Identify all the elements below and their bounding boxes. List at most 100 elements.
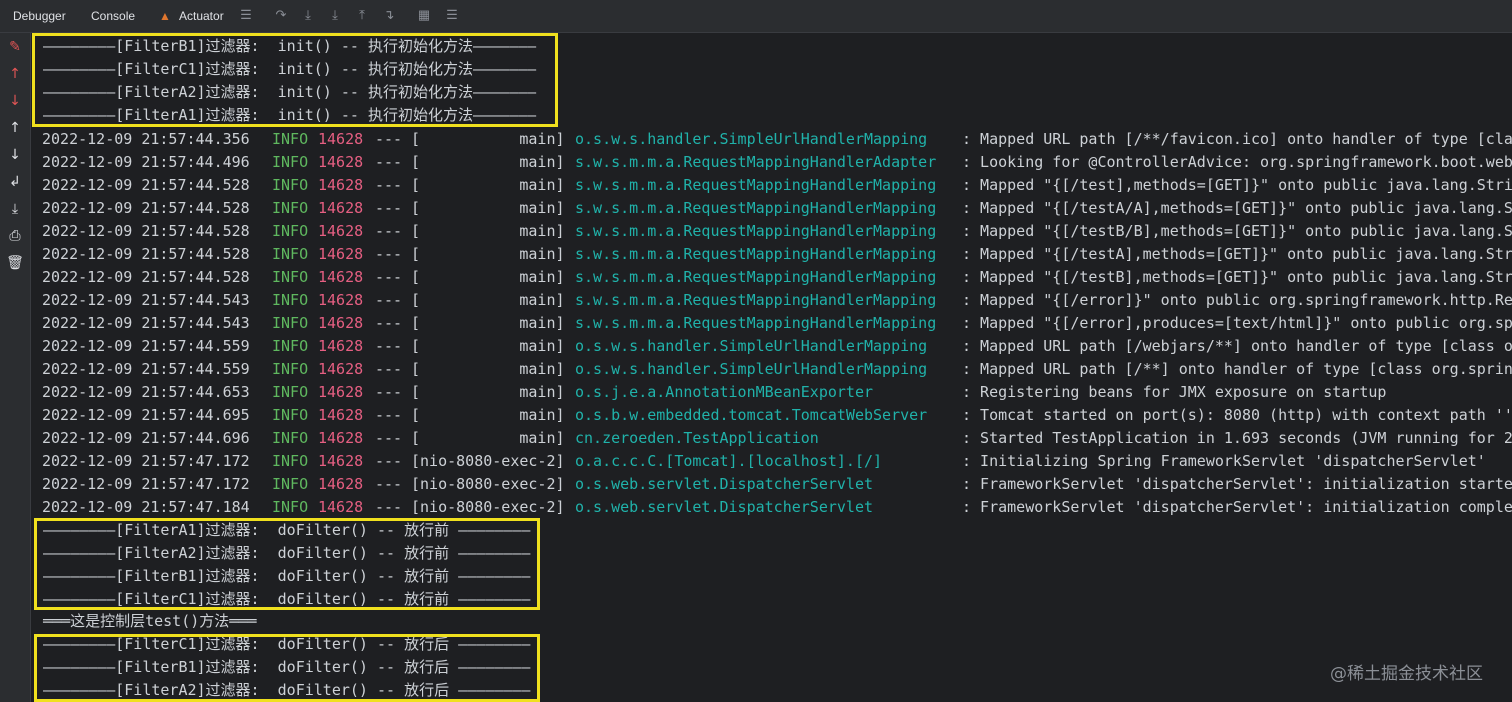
log-row: 2022-12-09 21:57:47.172 INFO 14628 --- [nio-… (31, 450, 1512, 473)
trash-icon[interactable]: 🗑 (6, 254, 24, 272)
log-thread: [ main] (411, 245, 565, 263)
log-row: 2022-12-09 21:57:44.528 INFO 14628 --- [ mai… (31, 174, 1512, 197)
log-logger: s.w.s.m.m.a.RequestMappingHandlerMapping (575, 199, 937, 217)
menu-icon[interactable]: ☰ (237, 6, 255, 24)
log-level: INFO (272, 360, 309, 378)
log-row: 2022-12-09 21:57:44.496 INFO 14628 --- [ mai… (31, 151, 1512, 174)
log-pid: 14628 (318, 360, 364, 378)
log-level: INFO (272, 475, 309, 493)
log-level: INFO (272, 245, 309, 263)
log-thread: [ main] (411, 268, 565, 286)
log-timestamp: 2022-12-09 21:57:44.695 (42, 406, 250, 424)
up-icon[interactable]: ↑ (6, 119, 24, 137)
log-logger: s.w.s.m.m.a.RequestMappingHandlerMapping (575, 314, 937, 332)
log-message: : FrameworkServlet 'dispatcherServlet': … (962, 498, 1512, 516)
log-separator: --- (375, 406, 403, 424)
log-logger: o.s.w.s.handler.SimpleUrlHandlerMapping (575, 337, 928, 355)
log-message: : Mapped "{[/testB/B],methods=[GET]}" on… (962, 222, 1512, 240)
log-row: 2022-12-09 21:57:44.559 INFO 14628 --- [ mai… (31, 358, 1512, 381)
log-logger: o.s.b.w.embedded.tomcat.TomcatWebServer (575, 406, 928, 424)
log-message: : Registering beans for JMX exposure on … (962, 383, 1387, 401)
log-row: 2022-12-09 21:57:47.172 INFO 14628 --- [nio-… (31, 473, 1512, 496)
log-level: INFO (272, 199, 309, 217)
log-separator: --- (375, 222, 403, 240)
log-timestamp: 2022-12-09 21:57:44.543 (42, 291, 250, 309)
log-row: 2022-12-09 21:57:44.528 INFO 14628 --- [ mai… (31, 197, 1512, 220)
console-gutter: ✎ ↑ ↓ ↑ ↓ ↲ ⤓ ⎙ 🗑 (0, 33, 31, 702)
console-output[interactable]: ————————[FilterB1]过滤器: init() -- 执行初始化方法… (31, 33, 1512, 702)
log-logger: o.s.web.servlet.DispatcherServlet (575, 498, 874, 516)
evaluate-icon[interactable]: ▦ (415, 6, 433, 24)
log-logger: s.w.s.m.m.a.RequestMappingHandlerMapping (575, 245, 937, 263)
log-row: 2022-12-09 21:57:44.543 INFO 14628 --- [ mai… (31, 289, 1512, 312)
log-level: INFO (272, 452, 309, 470)
soft-wrap-icon[interactable]: ↲ (6, 173, 24, 191)
clear-icon[interactable]: ✎ (6, 38, 24, 56)
log-thread: [nio-8080-exec-2] (411, 452, 565, 470)
log-pid: 14628 (318, 429, 364, 447)
log-level: INFO (272, 268, 309, 286)
log-message: : Mapped URL path [/**] onto handler of … (962, 360, 1512, 378)
log-level: INFO (272, 153, 309, 171)
log-timestamp: 2022-12-09 21:57:44.528 (42, 176, 250, 194)
settings-icon[interactable]: ☰ (443, 6, 461, 24)
log-logger: s.w.s.m.m.a.RequestMappingHandlerMapping (575, 268, 937, 286)
log-thread: [ main] (411, 337, 565, 355)
step-over-icon[interactable]: ⤓ (299, 6, 317, 24)
log-row: 2022-12-09 21:57:44.696 INFO 14628 --- [ mai… (31, 427, 1512, 450)
log-pid: 14628 (318, 268, 364, 286)
log-thread: [ main] (411, 406, 565, 424)
log-logger: o.s.web.servlet.DispatcherServlet (575, 475, 874, 493)
log-level: INFO (272, 383, 309, 401)
up-red-icon[interactable]: ↑ (6, 65, 24, 83)
down-red-icon[interactable]: ↓ (6, 92, 24, 110)
log-thread: [ main] (411, 153, 565, 171)
log-pid: 14628 (318, 130, 364, 148)
tab-debugger[interactable]: Debugger (13, 0, 66, 32)
scroll-end-icon[interactable]: ⤓ (6, 200, 24, 218)
log-message: : Mapped "{[/testA/A],methods=[GET]}" on… (962, 199, 1512, 217)
log-thread: [ main] (411, 130, 565, 148)
log-separator: --- (375, 452, 403, 470)
log-logger: s.w.s.m.m.a.RequestMappingHandlerMapping (575, 176, 937, 194)
log-level: INFO (272, 314, 309, 332)
log-row: 2022-12-09 21:57:47.184 INFO 14628 --- [nio-… (31, 496, 1512, 519)
log-timestamp: 2022-12-09 21:57:44.528 (42, 199, 250, 217)
tab-console[interactable]: Console (91, 0, 135, 32)
log-thread: [ main] (411, 222, 565, 240)
log-separator: --- (375, 268, 403, 286)
log-separator: --- (375, 498, 403, 516)
step-into-icon[interactable]: ⤓ (326, 6, 344, 24)
log-pid: 14628 (318, 176, 364, 194)
log-logger: o.s.j.e.a.AnnotationMBeanExporter (575, 383, 874, 401)
log-logger: s.w.s.m.m.a.RequestMappingHandlerAdapter (575, 153, 937, 171)
restore-icon[interactable]: ↷ (272, 6, 290, 24)
log-logger: cn.zeroeden.TestApplication (575, 429, 819, 447)
log-thread: [ main] (411, 314, 565, 332)
log-pid: 14628 (318, 222, 364, 240)
log-separator: --- (375, 383, 403, 401)
log-level: INFO (272, 130, 309, 148)
log-separator: --- (375, 153, 403, 171)
log-row: 2022-12-09 21:57:44.528 INFO 14628 --- [ mai… (31, 266, 1512, 289)
log-pid: 14628 (318, 337, 364, 355)
highlight-box-after (34, 634, 540, 702)
log-level: INFO (272, 498, 309, 516)
log-thread: [nio-8080-exec-2] (411, 475, 565, 493)
step-out-icon[interactable]: ⤒ (353, 6, 371, 24)
log-pid: 14628 (318, 199, 364, 217)
run-to-cursor-icon[interactable]: ↴ (380, 6, 398, 24)
log-message: : Mapped URL path [/**/favicon.ico] onto… (962, 130, 1512, 148)
log-message: : FrameworkServlet 'dispatcherServlet': … (962, 475, 1512, 493)
log-thread: [ main] (411, 176, 565, 194)
log-timestamp: 2022-12-09 21:57:47.172 (42, 452, 250, 470)
down-icon[interactable]: ↓ (6, 146, 24, 164)
log-logger: o.s.w.s.handler.SimpleUrlHandlerMapping (575, 360, 928, 378)
print-icon[interactable]: ⎙ (6, 227, 24, 245)
watermark: @稀土掘金技术社区 (1330, 664, 1483, 684)
log-level: INFO (272, 176, 309, 194)
log-row: 2022-12-09 21:57:44.559 INFO 14628 --- [ mai… (31, 335, 1512, 358)
tab-actuator[interactable]: Actuator (179, 0, 224, 32)
log-thread: [nio-8080-exec-2] (411, 498, 565, 516)
log-message: : Mapped "{[/error],produces=[text/html]… (962, 314, 1512, 332)
